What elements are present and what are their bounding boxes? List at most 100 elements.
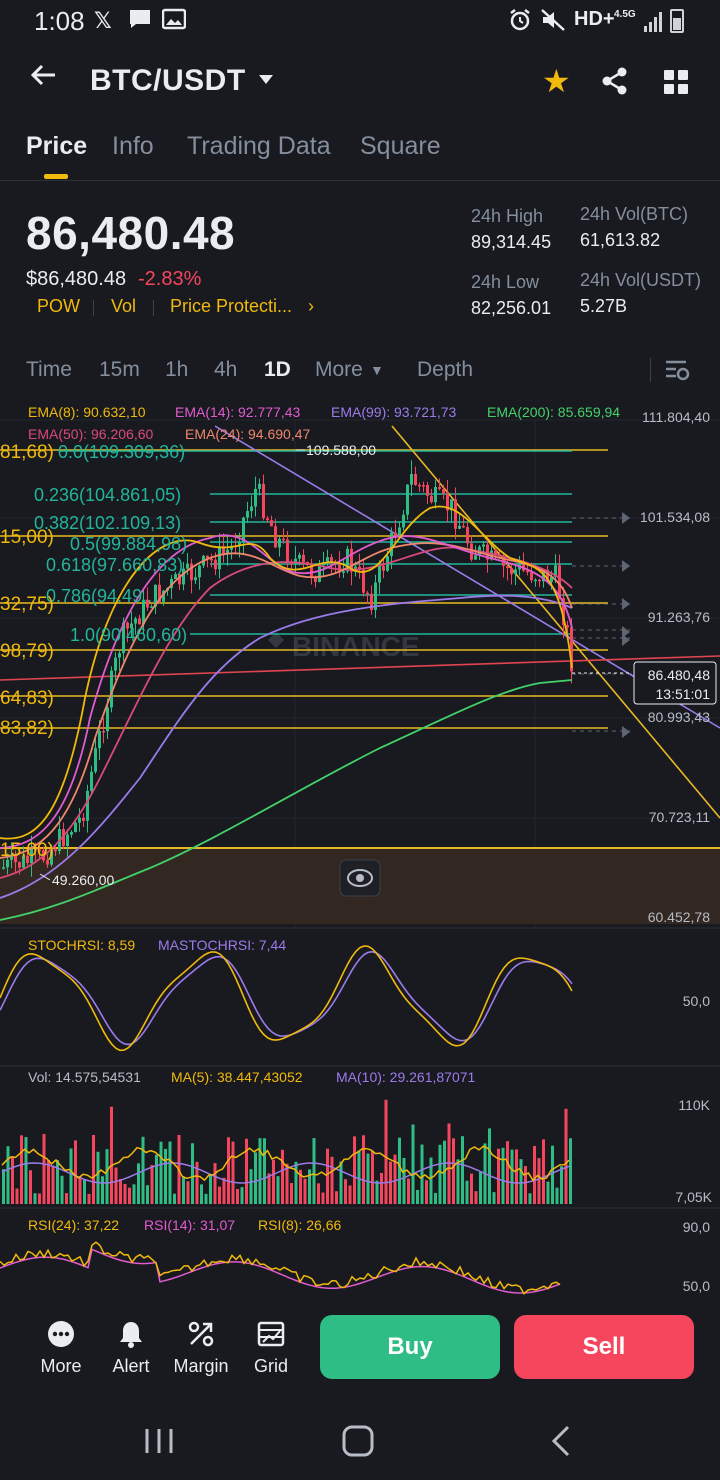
- candle-body: [430, 495, 433, 503]
- volume-bar: [501, 1147, 505, 1204]
- candlestick-chart[interactable]: BINANCE 111.804,40 101.534,08 91.263,76 …: [0, 398, 720, 1298]
- message-icon: [128, 8, 152, 36]
- volume-bar: [150, 1165, 154, 1204]
- volume-bar: [96, 1151, 100, 1204]
- rsi8-line: [0, 1241, 561, 1295]
- level-label: 15,00): [0, 527, 54, 548]
- candle-body: [410, 474, 413, 485]
- sell-button[interactable]: Sell: [514, 1315, 694, 1379]
- more-label: More: [40, 1356, 82, 1376]
- volume-bar: [380, 1172, 383, 1204]
- candle-body: [118, 653, 121, 658]
- interval-4h[interactable]: 4h: [214, 358, 237, 382]
- volume-bar: [105, 1149, 109, 1204]
- volume-bar: [78, 1176, 82, 1204]
- candle-body: [418, 484, 421, 487]
- interval-more[interactable]: More: [315, 358, 363, 382]
- volume-bar: [186, 1181, 190, 1204]
- volume-bar: [335, 1191, 338, 1204]
- favorite-star-icon[interactable]: ★: [542, 62, 571, 100]
- mute-icon: [540, 8, 566, 38]
- share-icon[interactable]: [600, 66, 630, 96]
- volume-bar: [222, 1177, 226, 1204]
- network-type: HD+: [574, 8, 615, 30]
- chart-settings-icon[interactable]: [664, 358, 690, 382]
- usd-price: $86,480.48: [26, 268, 127, 290]
- active-tab-indicator: [44, 174, 68, 179]
- interval-1d[interactable]: 1D: [264, 358, 291, 382]
- volume-bar: [290, 1183, 293, 1204]
- buy-button[interactable]: Buy: [320, 1315, 500, 1379]
- more-caret-icon[interactable]: ▼: [370, 362, 384, 378]
- margin-button[interactable]: Margin: [169, 1318, 233, 1377]
- alert-button[interactable]: Alert: [99, 1318, 163, 1377]
- volume-bar: [276, 1176, 280, 1204]
- eye-icon[interactable]: [339, 859, 381, 897]
- volume-bar: [38, 1193, 41, 1204]
- pair-title[interactable]: BTC/USDT: [90, 64, 246, 98]
- candle-body: [414, 474, 417, 485]
- price-axis-label: 111.804,40: [642, 409, 710, 425]
- back-arrow-icon[interactable]: [28, 60, 58, 99]
- tab-square[interactable]: Square: [360, 132, 441, 161]
- watermark-text: BINANCE: [292, 631, 420, 662]
- candle-body: [194, 577, 197, 581]
- tag-vol[interactable]: Vol: [111, 296, 136, 317]
- tab-trading-data[interactable]: Trading Data: [187, 132, 331, 161]
- level-label: 83,82): [0, 718, 54, 739]
- candle-body: [510, 567, 513, 575]
- chevron-right-icon[interactable]: ›: [308, 296, 314, 317]
- volume-bar: [555, 1187, 559, 1204]
- divider: [0, 180, 720, 181]
- volume-bar: [303, 1178, 307, 1204]
- candle-body: [378, 565, 381, 583]
- volume-bar: [159, 1141, 163, 1204]
- more-button[interactable]: More: [29, 1318, 93, 1377]
- interval-1h[interactable]: 1h: [165, 358, 188, 382]
- volume-bar: [420, 1144, 424, 1204]
- candle-body: [302, 554, 305, 563]
- volume-bar: [528, 1193, 532, 1204]
- interval-time[interactable]: Time: [26, 358, 72, 382]
- volume-bar: [209, 1175, 212, 1204]
- tab-price[interactable]: Price: [26, 132, 87, 161]
- home-icon[interactable]: [342, 1425, 374, 1462]
- tag-pow[interactable]: POW: [37, 296, 80, 317]
- candle-body: [326, 557, 329, 563]
- more-icon: [29, 1318, 93, 1350]
- volume-bar: [132, 1184, 136, 1204]
- signal-icon: [644, 12, 662, 32]
- grid-button[interactable]: Grid: [239, 1318, 303, 1377]
- volume-bar: [42, 1134, 46, 1204]
- candle-body: [270, 520, 273, 527]
- status-time: 1:08: [34, 6, 85, 36]
- interval-depth[interactable]: Depth: [417, 358, 473, 382]
- volume-bar: [317, 1183, 320, 1204]
- volume-bar: [164, 1148, 167, 1204]
- candle-body: [18, 862, 21, 868]
- layout-grid-icon[interactable]: [664, 70, 688, 94]
- volume-bar: [267, 1173, 271, 1204]
- candle-body: [106, 707, 109, 732]
- volume-bar: [348, 1185, 352, 1204]
- recent-apps-icon[interactable]: [144, 1427, 174, 1460]
- candle-body: [218, 546, 221, 570]
- fib-label: 0.786(94.49...: [46, 586, 157, 606]
- tag-price-protection[interactable]: Price Protecti...: [170, 296, 292, 317]
- candle-body: [362, 569, 365, 593]
- vol-btc-label: 24h Vol(BTC): [580, 204, 689, 224]
- volume-bar: [137, 1163, 140, 1204]
- ema8-label: EMA(8): 90.632,10: [28, 404, 146, 420]
- interval-15m[interactable]: 15m: [99, 358, 140, 382]
- volume-bar: [2, 1169, 5, 1204]
- current-price-box: 86.480,48 13:51:01: [633, 661, 717, 705]
- volume-bar: [47, 1160, 50, 1204]
- candle-body: [102, 731, 105, 733]
- level-label: 32,75): [0, 594, 54, 615]
- tab-info[interactable]: Info: [112, 132, 154, 161]
- candle-body: [262, 483, 265, 519]
- candle-body: [90, 771, 93, 791]
- nav-back-icon[interactable]: [550, 1425, 572, 1462]
- fib-label: 0.5(99.884,98): [70, 534, 187, 554]
- chevron-down-icon[interactable]: [258, 70, 274, 91]
